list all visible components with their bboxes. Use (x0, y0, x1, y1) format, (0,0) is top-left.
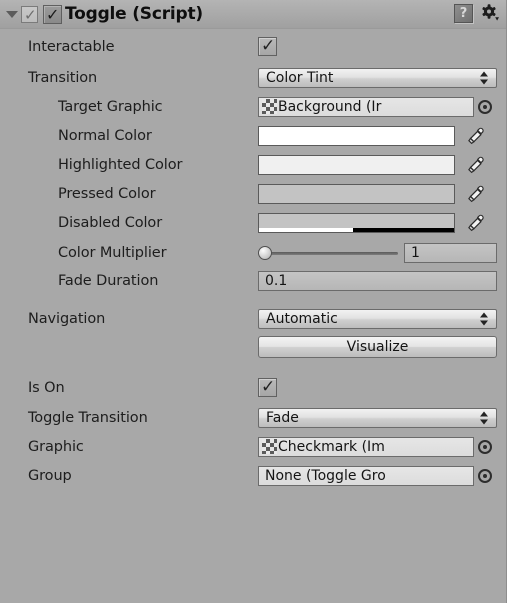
checkmark-icon: ✓ (24, 5, 37, 24)
eyedropper-icon[interactable] (466, 155, 486, 175)
color-swatch-fill (259, 126, 454, 145)
target-graphic-value: Background (Ir (278, 98, 382, 115)
slider-handle[interactable] (258, 245, 272, 260)
interactable-checkbox[interactable]: ✓ (258, 36, 277, 56)
group-value: None (Toggle Gro (265, 467, 386, 484)
target-graphic-label: Target Graphic (58, 98, 163, 115)
component-enabled-checkbox[interactable]: ✓ (21, 5, 38, 24)
row-pressed-color: Pressed Color (0, 181, 506, 206)
row-highlighted-color: Highlighted Color (0, 152, 506, 177)
graphic-label: Graphic (28, 438, 84, 455)
component-header[interactable]: ✓ ✓ Toggle (Script) (0, 0, 506, 29)
row-toggle-transition: Toggle Transition Fade (0, 405, 506, 430)
is-on-label: Is On (28, 379, 65, 396)
header-actions (454, 3, 500, 23)
sprite-icon (262, 439, 277, 454)
color-multiplier-input[interactable]: 1 (404, 242, 497, 263)
graphic-value: Checkmark (Im (278, 438, 385, 455)
fade-duration-input[interactable]: 0.1 (258, 270, 497, 291)
normal-color-swatch[interactable] (258, 125, 455, 146)
color-multiplier-label: Color Multiplier (58, 244, 167, 261)
group-objectfield[interactable]: None (Toggle Gro (258, 465, 474, 486)
help-icon[interactable] (454, 3, 473, 23)
color-multiplier-value: 1 (411, 244, 420, 261)
disabled-color-label: Disabled Color (58, 214, 163, 231)
sprite-icon (262, 99, 277, 114)
visualize-button-label: Visualize (346, 338, 409, 355)
fade-duration-label: Fade Duration (58, 272, 159, 289)
script-icon: ✓ (43, 4, 62, 24)
chevron-updown-icon (480, 312, 489, 325)
graphic-picker-button[interactable] (478, 439, 492, 454)
color-swatch-fill (259, 155, 454, 174)
chevron-updown-icon (480, 411, 489, 424)
transition-dropdown[interactable]: Color Tint (258, 67, 497, 88)
navigation-value: Automatic (266, 310, 338, 327)
gear-icon[interactable] (480, 3, 500, 23)
inspector-panel: ✓ ✓ Toggle (Script) ? Interactable ✓ Tra… (0, 0, 507, 603)
fade-duration-value: 0.1 (265, 272, 288, 289)
pressed-color-swatch[interactable] (258, 183, 455, 204)
row-disabled-color: Disabled Color (0, 210, 506, 235)
row-fade-duration: Fade Duration 0.1 (0, 268, 506, 293)
navigation-dropdown[interactable]: Automatic (258, 308, 497, 329)
checkmark-icon: ✓ (46, 4, 60, 24)
target-graphic-picker-button[interactable] (478, 99, 492, 114)
row-visualize: Visualize (0, 334, 506, 359)
interactable-label: Interactable (28, 38, 115, 55)
checkmark-icon: ✓ (261, 377, 276, 397)
pressed-color-label: Pressed Color (58, 185, 156, 202)
slider-track-line (262, 251, 398, 255)
transition-value: Color Tint (266, 69, 334, 86)
normal-color-label: Normal Color (58, 127, 152, 144)
row-group: Group None (Toggle Gro (0, 463, 506, 488)
highlighted-color-swatch[interactable] (258, 154, 455, 175)
row-target-graphic: Target Graphic Background (Ir (0, 94, 506, 119)
toggle-transition-value: Fade (266, 409, 299, 426)
navigation-label: Navigation (28, 310, 106, 327)
component-title: Toggle (Script) (65, 4, 203, 24)
eyedropper-icon[interactable] (466, 126, 486, 146)
group-picker-button[interactable] (478, 468, 492, 483)
toggle-transition-label: Toggle Transition (28, 409, 148, 426)
graphic-objectfield[interactable]: Checkmark (Im (258, 436, 474, 457)
chevron-updown-icon (480, 71, 489, 84)
row-interactable: Interactable ✓ (0, 34, 506, 59)
eyedropper-icon[interactable] (466, 213, 486, 233)
highlighted-color-label: Highlighted Color (58, 156, 183, 173)
checkmark-icon: ✓ (261, 36, 276, 56)
visualize-button[interactable]: Visualize (258, 335, 497, 358)
transition-label: Transition (28, 69, 98, 86)
color-alpha-bar (259, 227, 454, 232)
eyedropper-icon[interactable] (466, 184, 486, 204)
color-swatch-fill (259, 184, 454, 203)
color-multiplier-slider[interactable] (258, 243, 398, 263)
row-transition: Transition Color Tint (0, 65, 506, 90)
is-on-checkbox[interactable]: ✓ (258, 377, 277, 397)
row-is-on: Is On ✓ (0, 375, 506, 400)
row-navigation: Navigation Automatic (0, 306, 506, 331)
disabled-color-swatch[interactable] (258, 212, 455, 233)
row-normal-color: Normal Color (0, 123, 506, 148)
foldout-arrow-icon[interactable] (5, 7, 19, 21)
color-alpha-fill (259, 227, 353, 232)
row-graphic: Graphic Checkmark (Im (0, 434, 506, 459)
row-color-multiplier: Color Multiplier 1 (0, 240, 506, 265)
toggle-transition-dropdown[interactable]: Fade (258, 407, 497, 428)
target-graphic-objectfield[interactable]: Background (Ir (258, 96, 474, 117)
group-label: Group (28, 467, 72, 484)
